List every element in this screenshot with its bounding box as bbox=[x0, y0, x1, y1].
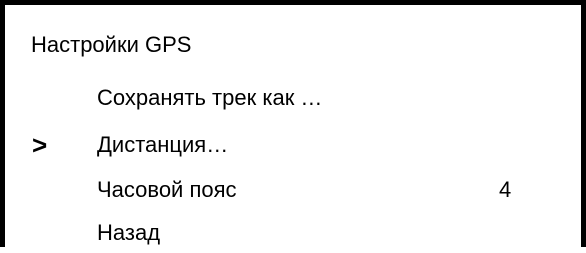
selection-cursor-icon: > bbox=[32, 130, 48, 160]
menu-item-label: Часовой пояс bbox=[97, 177, 237, 202]
menu-item-back[interactable]: Назад bbox=[5, 213, 581, 253]
menu-item-save-track[interactable]: Сохранять трек как … bbox=[5, 78, 581, 118]
gps-settings-screen: Настройки GPS Сохранять трек как … > Дис… bbox=[0, 0, 586, 247]
menu-item-distance[interactable]: > Дистанция… bbox=[5, 125, 581, 165]
menu-item-label: Дистанция… bbox=[97, 132, 229, 157]
menu-item-time-zone[interactable]: Часовой пояс 4 bbox=[5, 170, 581, 210]
menu-item-label: Назад bbox=[97, 220, 161, 245]
menu-item-label: Сохранять трек как … bbox=[97, 85, 323, 110]
time-zone-value: 4 bbox=[499, 177, 512, 202]
menu-title: Настройки GPS bbox=[31, 32, 192, 57]
